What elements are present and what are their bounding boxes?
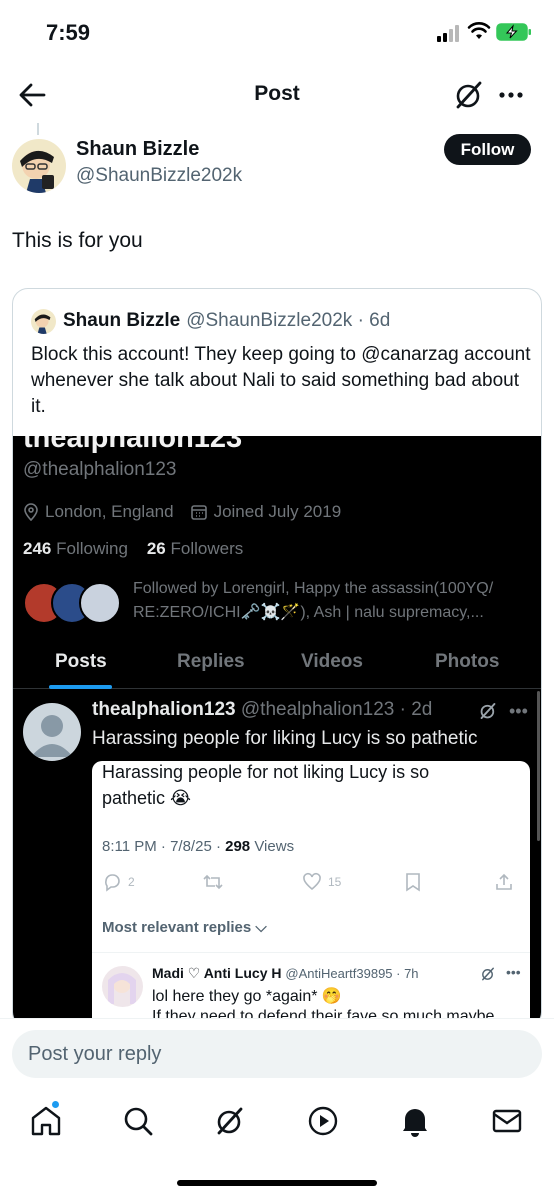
grok-icon[interactable] <box>213 1104 247 1138</box>
author-avatar[interactable] <box>12 139 66 193</box>
tab-replies: Replies <box>177 651 245 672</box>
wifi-icon <box>467 22 491 39</box>
reply-composer <box>0 1018 554 1090</box>
author-handle[interactable]: @ShaunBizzle202k <box>76 165 242 187</box>
embedded-time: 8:11 PM · 7/8/25 · <box>102 838 226 855</box>
bookmark-action <box>404 872 422 892</box>
profile-display-name: thealphalion123 <box>23 436 243 454</box>
repost-action <box>202 872 224 892</box>
bookmark-icon <box>406 873 420 892</box>
follow-button[interactable]: Follow <box>444 134 531 165</box>
thread-line <box>37 123 39 135</box>
quoted-post-image[interactable]: thealphalion123 @thealphalion123 London,… <box>13 436 541 1027</box>
profile-follow-counts: 246 Following 26 Followers <box>23 539 243 559</box>
reply-icon <box>105 874 120 892</box>
status-bar: 7:59 <box>0 0 554 64</box>
tab-photos: Photos <box>435 651 500 672</box>
quoted-post[interactable]: Shaun Bizzle @ShaunBizzle202k · 6d Block… <box>12 288 542 1028</box>
grok-icon <box>480 703 496 719</box>
author-name[interactable]: Shaun Bizzle <box>76 138 199 161</box>
tab-indicator <box>49 685 112 689</box>
status-time: 7:59 <box>46 20 91 45</box>
profile-meta: London, England Joined July 2019 <box>23 502 341 522</box>
embedded-views-count: 298 <box>225 838 251 855</box>
reply-text: lol here they go *again* 🤭 <box>152 988 342 1005</box>
grok-icon[interactable] <box>452 78 486 112</box>
battery-charging-icon <box>496 23 531 41</box>
notifications-icon[interactable] <box>398 1104 432 1138</box>
location-pin-icon <box>24 503 38 521</box>
reply-avatar <box>102 966 143 1007</box>
bottom-tab-bar <box>0 1090 554 1160</box>
tab-videos: Videos <box>301 651 363 672</box>
reply-header: Madi ♡ Anti Lucy H @AntiHeartf39895 · 7h <box>152 965 419 982</box>
followers-count: 26 <box>146 539 166 558</box>
tab-posts: Posts <box>55 651 107 672</box>
profile-tabs: Posts Replies Videos Photos <box>13 639 541 689</box>
more-options-icon[interactable] <box>494 78 528 112</box>
like-count: 15 <box>328 875 342 889</box>
profile-joined: Joined July 2019 <box>213 502 342 521</box>
profile-location: London, England <box>45 502 174 521</box>
reply-author-handle: @AntiHeartf39895 · 7h <box>285 966 419 981</box>
more-options-icon: ••• <box>509 701 528 721</box>
divider <box>92 952 530 953</box>
like-action: 15 <box>302 872 341 892</box>
inner-post-handle: @thealphalion123 · 2d <box>240 699 433 720</box>
followed-by-text: Followed by Lorengirl, Happy the assassi… <box>133 580 494 621</box>
messages-icon[interactable] <box>490 1104 524 1138</box>
post-text: This is for you <box>12 229 143 252</box>
quoted-author-handle: @ShaunBizzle202k · 6d <box>186 310 391 331</box>
home-icon[interactable] <box>29 1104 63 1138</box>
default-avatar <box>23 703 81 761</box>
video-icon[interactable] <box>306 1104 340 1138</box>
reply-action: 2 <box>102 872 135 892</box>
reply-input[interactable] <box>12 1030 542 1078</box>
following-count: 246 <box>23 539 52 558</box>
search-icon[interactable] <box>121 1104 155 1138</box>
reply-count: 2 <box>128 875 135 889</box>
heart-icon <box>303 872 321 891</box>
inner-post-text: Harassing people for liking Lucy is so p… <box>92 728 478 749</box>
embedded-action-bar: 2 15 <box>102 872 522 894</box>
most-relevant-replies: Most relevant replies ⌵ <box>102 919 267 936</box>
profile-handle: @thealphalion123 <box>23 459 177 480</box>
header: Post <box>0 64 554 124</box>
calendar-icon <box>190 505 207 520</box>
followers-label: Followers <box>170 539 244 558</box>
inner-post-header: thealphalion123 @thealphalion123 · 2d <box>92 699 432 721</box>
grok-icon <box>482 967 494 981</box>
quoted-post-text: Block this account! They keep going to @… <box>31 344 531 417</box>
more-options-icon: ••• <box>506 964 521 980</box>
inner-post-name: thealphalion123 <box>92 699 236 720</box>
notification-dot <box>52 1101 59 1108</box>
quoted-post-header: Shaun Bizzle @ShaunBizzle202k · 6d <box>31 308 390 334</box>
embedded-screenshot: Harassing people for not liking Lucy is … <box>92 761 530 1027</box>
followed-by-avatars <box>23 582 123 624</box>
avatar <box>79 582 121 624</box>
quoted-author-avatar <box>31 308 56 334</box>
embedded-post-timestamp: 8:11 PM · 7/8/25 · 298 Views <box>102 838 294 855</box>
home-indicator <box>177 1180 377 1186</box>
reply-author-name: Madi ♡ Anti Lucy H <box>152 965 282 981</box>
share-action <box>494 872 514 892</box>
quoted-author-name: Shaun Bizzle <box>63 310 181 331</box>
share-icon <box>496 873 512 890</box>
embedded-views-label: Views <box>250 838 295 855</box>
scrollbar <box>537 691 540 841</box>
repost-icon <box>203 874 223 890</box>
following-label: Following <box>56 539 128 558</box>
cellular-signal-icon <box>437 24 463 42</box>
embedded-post-text: Harassing people for not liking Lucy is … <box>102 762 430 808</box>
